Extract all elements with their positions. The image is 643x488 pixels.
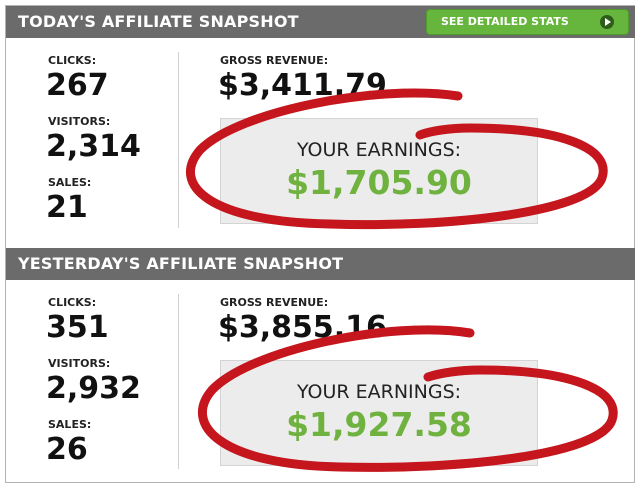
visitors-label: VISITORS:	[48, 115, 111, 128]
earnings-value: $1,927.58	[286, 405, 472, 444]
earnings-label: YOUR EARNINGS:	[296, 139, 462, 161]
earnings-value: $1,705.90	[286, 163, 472, 202]
visitors-label: VISITORS:	[48, 357, 111, 370]
gross-revenue-value: $3,855.16	[218, 310, 387, 345]
earnings-box: YOUR EARNINGS: $1,705.90	[220, 118, 538, 224]
gross-revenue-value: $3,411.79	[218, 68, 387, 103]
clicks-label: CLICKS:	[48, 54, 97, 67]
sales-value: 26	[46, 432, 88, 467]
clicks-value: 267	[46, 68, 109, 103]
sales-value: 21	[46, 190, 88, 225]
today-header: TODAY'S AFFILIATE SNAPSHOT SEE DETAILED …	[6, 6, 635, 38]
earnings-box: YOUR EARNINGS: $1,927.58	[220, 360, 538, 466]
sales-label: SALES:	[48, 418, 92, 431]
column-divider	[178, 52, 179, 228]
today-section: CLICKS: 267 VISITORS: 2,314 SALES: 21 GR…	[6, 38, 635, 242]
yesterday-title: YESTERDAY'S AFFILIATE SNAPSHOT	[18, 254, 344, 273]
yesterday-header: YESTERDAY'S AFFILIATE SNAPSHOT	[6, 248, 635, 280]
yesterday-section: CLICKS: 351 VISITORS: 2,932 SALES: 26 GR…	[6, 280, 635, 483]
today-title: TODAY'S AFFILIATE SNAPSHOT	[18, 12, 299, 31]
sales-label: SALES:	[48, 176, 92, 189]
visitors-value: 2,932	[46, 371, 141, 406]
see-detailed-stats-label: SEE DETAILED STATS	[441, 15, 569, 28]
gross-revenue-label: GROSS REVENUE:	[220, 296, 329, 309]
gross-revenue-label: GROSS REVENUE:	[220, 54, 329, 67]
clicks-label: CLICKS:	[48, 296, 97, 309]
visitors-value: 2,314	[46, 129, 141, 164]
earnings-label: YOUR EARNINGS:	[296, 381, 462, 403]
play-icon	[600, 15, 614, 29]
clicks-value: 351	[46, 310, 109, 345]
see-detailed-stats-button[interactable]: SEE DETAILED STATS	[426, 9, 629, 35]
column-divider	[178, 294, 179, 469]
